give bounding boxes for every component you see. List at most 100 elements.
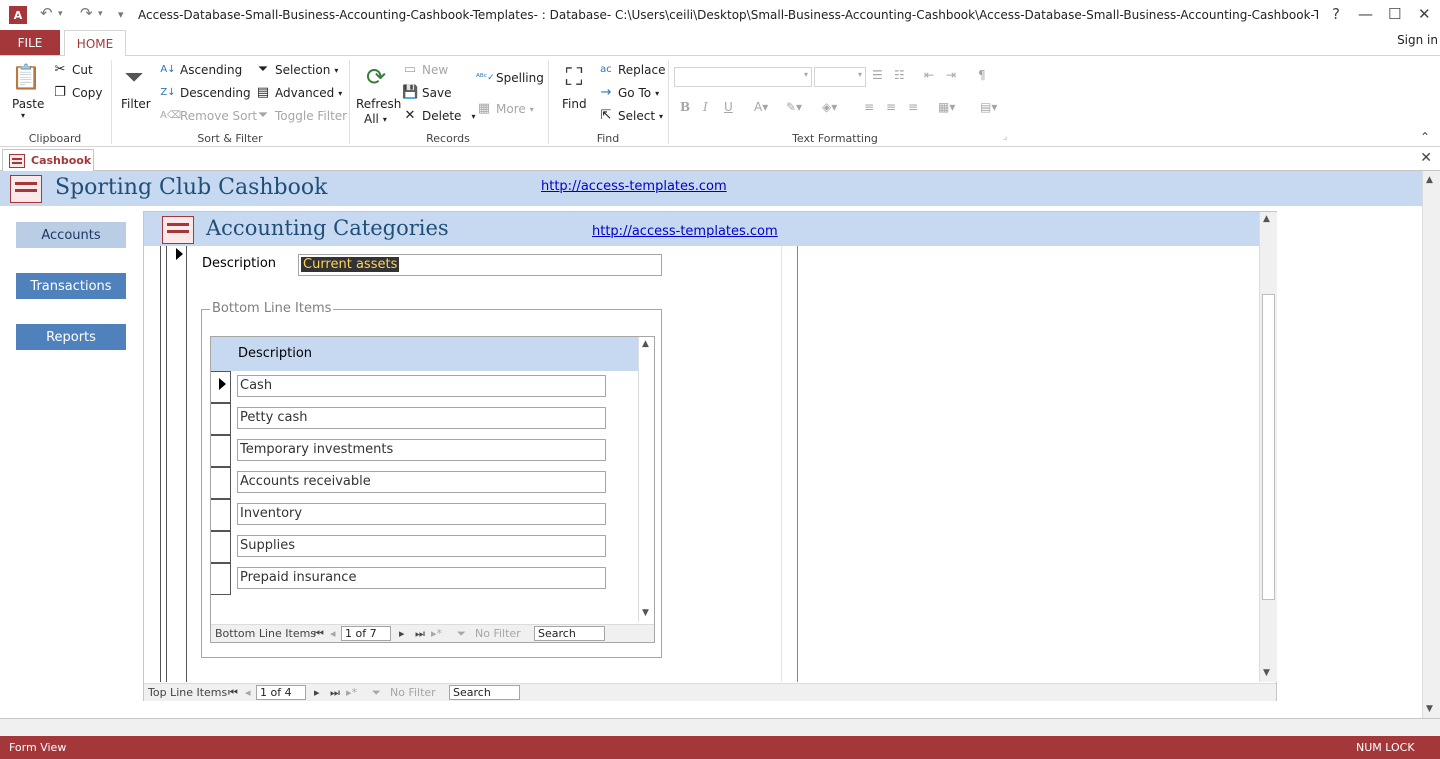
restore-button[interactable]: ☐: [1388, 5, 1401, 23]
new-record-icon[interactable]: ▸*: [431, 627, 442, 640]
alternate-row-color-icon[interactable]: ▦▾: [938, 100, 955, 114]
customize-toolbar-icon[interactable]: ▾: [118, 8, 124, 21]
transactions-button[interactable]: Transactions: [16, 273, 126, 299]
help-button[interactable]: ?: [1332, 5, 1340, 23]
access-app-icon[interactable]: A: [9, 6, 27, 24]
main-vertical-scrollbar[interactable]: ▲ ▼: [1422, 171, 1440, 718]
select-button[interactable]: ⇱ Select ▾: [598, 108, 664, 124]
list-item[interactable]: Supplies: [237, 535, 606, 557]
binoculars-icon[interactable]: ⛶: [558, 61, 590, 93]
spelling-button[interactable]: ᴬᴮᶜ✓ Spelling: [476, 70, 544, 86]
no-filter-icon[interactable]: ⏷: [457, 627, 466, 641]
subform-vertical-scrollbar[interactable]: ▲ ▼: [1259, 212, 1277, 682]
decrease-indent-icon[interactable]: ⇤: [924, 68, 934, 82]
row-selector[interactable]: [211, 467, 231, 499]
search-input[interactable]: Search: [449, 685, 520, 700]
align-left-icon[interactable]: ≡: [864, 100, 874, 114]
refresh-icon[interactable]: ⟳: [360, 61, 392, 93]
more-button[interactable]: ▦ More ▾: [476, 101, 534, 117]
description-field[interactable]: Current assets: [298, 254, 662, 276]
previous-record-icon[interactable]: ◂: [330, 627, 336, 640]
align-right-icon[interactable]: ≡: [908, 100, 918, 114]
search-input[interactable]: Search: [534, 626, 605, 641]
row-selector[interactable]: [211, 563, 231, 595]
list-item[interactable]: Petty cash: [237, 407, 606, 429]
highlight-icon[interactable]: ✎▾: [786, 100, 802, 114]
ascending-button[interactable]: A↓ Ascending: [160, 62, 242, 78]
record-number-field[interactable]: 1 of 4: [256, 685, 306, 700]
refresh-all-label[interactable]: All ▾: [364, 112, 387, 126]
font-name-combo[interactable]: ▾: [674, 67, 812, 87]
underline-button[interactable]: U: [724, 100, 733, 114]
scrollbar-thumb[interactable]: [1262, 294, 1275, 600]
no-filter-icon[interactable]: ⏷: [372, 686, 381, 700]
italic-button[interactable]: I: [703, 100, 708, 114]
last-record-icon[interactable]: ⏭: [330, 686, 340, 700]
paste-dropdown-icon[interactable]: ▾: [21, 111, 25, 120]
next-record-icon[interactable]: ▸: [314, 686, 320, 699]
subform-header-link[interactable]: http://access-templates.com: [592, 224, 778, 239]
accounts-button[interactable]: Accounts: [16, 222, 126, 248]
cut-button[interactable]: ✂ Cut: [52, 62, 93, 78]
tab-home[interactable]: HOME: [64, 30, 126, 56]
undo-dropdown-icon[interactable]: ▾: [58, 9, 63, 19]
first-record-icon[interactable]: ⏮: [314, 627, 324, 641]
undo-icon[interactable]: ↶: [40, 4, 53, 22]
first-record-icon[interactable]: ⏮: [228, 686, 238, 700]
scroll-up-icon[interactable]: ▲: [1426, 175, 1433, 185]
last-record-icon[interactable]: ⏭: [415, 627, 425, 641]
bold-button[interactable]: B: [680, 100, 690, 114]
font-color-icon[interactable]: A▾: [754, 100, 768, 114]
new-record-icon[interactable]: ▸*: [346, 686, 357, 699]
replace-button[interactable]: ac Replace: [598, 62, 665, 78]
list-item[interactable]: Inventory: [237, 503, 606, 525]
new-record-button[interactable]: ▭ New: [402, 62, 448, 78]
paste-icon[interactable]: 📋: [10, 61, 42, 93]
dialog-launcher-icon[interactable]: ⌟: [1003, 132, 1007, 142]
list-item[interactable]: Temporary investments: [237, 439, 606, 461]
collapse-ribbon-icon[interactable]: ⌃: [1420, 130, 1430, 144]
sign-in-link[interactable]: Sign in: [1397, 33, 1438, 47]
filter-icon[interactable]: ⏷: [118, 61, 150, 93]
paragraph-direction-icon[interactable]: ¶: [978, 68, 986, 82]
minimize-button[interactable]: —: [1358, 5, 1373, 23]
numbering-icon[interactable]: ☷: [894, 68, 905, 82]
scroll-up-icon[interactable]: ▲: [1263, 214, 1270, 224]
toggle-filter-button[interactable]: ⏷ Toggle Filter: [255, 108, 347, 124]
next-record-icon[interactable]: ▸: [399, 627, 405, 640]
no-filter-button[interactable]: No Filter: [475, 627, 521, 640]
copy-button[interactable]: ❐ Copy: [52, 85, 102, 101]
scroll-down-icon[interactable]: ▼: [1426, 704, 1433, 714]
row-selector[interactable]: [211, 531, 231, 563]
remove-sort-button[interactable]: A⌫ Remove Sort: [160, 108, 257, 124]
row-selector[interactable]: [211, 403, 231, 435]
scroll-up-icon[interactable]: ▲: [642, 339, 649, 349]
redo-icon[interactable]: ↷: [80, 4, 93, 22]
paste-button[interactable]: Paste: [12, 97, 44, 111]
row-selector[interactable]: [211, 499, 231, 531]
find-button[interactable]: Find: [562, 97, 587, 111]
gridlines-icon[interactable]: ▤▾: [980, 100, 997, 114]
fill-color-icon[interactable]: ◈▾: [822, 100, 837, 114]
font-size-combo[interactable]: ▾: [814, 67, 866, 87]
goto-button[interactable]: → Go To ▾: [598, 85, 660, 101]
record-number-field[interactable]: 1 of 7: [341, 626, 391, 641]
advanced-button[interactable]: ▤ Advanced ▾: [255, 85, 342, 101]
row-selector[interactable]: [211, 371, 231, 403]
filter-button[interactable]: Filter: [121, 97, 151, 111]
tab-file[interactable]: FILE: [0, 30, 60, 55]
inner-vertical-scrollbar[interactable]: ▲ ▼: [638, 337, 654, 622]
list-item[interactable]: Cash: [237, 375, 606, 397]
close-window-button[interactable]: ✕: [1418, 5, 1431, 23]
list-item[interactable]: Prepaid insurance: [237, 567, 606, 589]
close-document-button[interactable]: ✕: [1420, 150, 1432, 166]
previous-record-icon[interactable]: ◂: [245, 686, 251, 699]
scroll-down-icon[interactable]: ▼: [1263, 668, 1270, 678]
bullets-icon[interactable]: ☰: [872, 68, 883, 82]
refresh-all-button[interactable]: Refresh: [356, 97, 401, 111]
header-link[interactable]: http://access-templates.com: [541, 179, 727, 194]
descending-button[interactable]: Z↓ Descending: [160, 85, 250, 101]
delete-record-button[interactable]: ✕ Delete ▾: [402, 108, 476, 124]
row-selector[interactable]: [211, 435, 231, 467]
selection-button[interactable]: ⏷ Selection ▾: [255, 62, 339, 78]
